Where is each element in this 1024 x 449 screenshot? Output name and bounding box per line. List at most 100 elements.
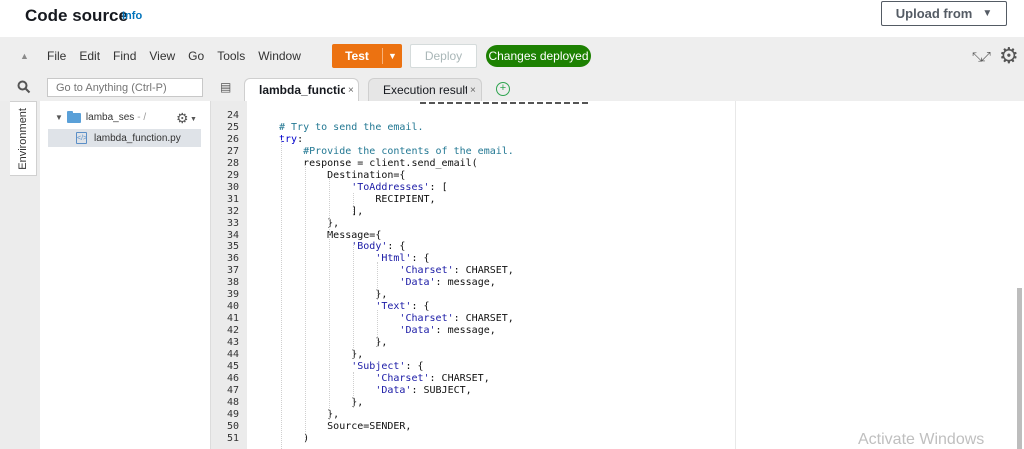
test-button[interactable]: Test ▼ bbox=[332, 44, 402, 68]
code-line[interactable]: 'Charset': CHARSET, bbox=[279, 265, 513, 276]
indent-guide bbox=[281, 140, 282, 449]
line-number: 40 bbox=[226, 301, 239, 313]
code-line[interactable]: Message={ bbox=[279, 230, 381, 241]
code-line[interactable]: #Provide the contents of the email. bbox=[279, 146, 514, 157]
deploy-button[interactable]: Deploy bbox=[410, 44, 477, 68]
line-number: 45 bbox=[226, 360, 239, 372]
code-line[interactable]: 'Data': message, bbox=[279, 325, 495, 336]
line-number: 38 bbox=[226, 277, 239, 289]
ide-toolbar: ▲ File Edit Find View Go Tools Window Te… bbox=[0, 37, 1024, 75]
code-line[interactable]: 'Body': { bbox=[279, 241, 405, 252]
code-line[interactable]: 'Charset': CHARSET, bbox=[279, 373, 489, 384]
line-number: 31 bbox=[226, 193, 239, 205]
menu-view[interactable]: View bbox=[149, 49, 175, 63]
menu-tools[interactable]: Tools bbox=[217, 49, 245, 63]
collapse-up-icon[interactable]: ▲ bbox=[20, 51, 29, 61]
indent-guide bbox=[305, 165, 306, 440]
indent-guide bbox=[329, 178, 330, 420]
code-line[interactable]: }, bbox=[279, 289, 387, 300]
tab-execution-results[interactable]: Execution results × bbox=[368, 78, 482, 101]
environment-label: Environment bbox=[17, 108, 29, 170]
code-line[interactable]: ], bbox=[279, 206, 363, 217]
line-number: 35 bbox=[226, 241, 239, 253]
code-line[interactable]: }, bbox=[279, 397, 363, 408]
gear-icon[interactable]: ⚙ bbox=[999, 45, 1019, 67]
folder-name: lamba_ses bbox=[85, 112, 135, 123]
code-line[interactable]: # Try to send the email. bbox=[279, 122, 424, 133]
code-line[interactable]: response = client.send_email( bbox=[279, 158, 478, 169]
upload-from-button[interactable]: Upload from ▼ bbox=[881, 1, 1007, 26]
triangle-down-icon[interactable]: ▼ bbox=[55, 113, 63, 122]
tab-label: lambda_function bbox=[259, 83, 345, 97]
line-number: 33 bbox=[226, 217, 239, 229]
line-number: 50 bbox=[226, 420, 239, 432]
file-name: lambda_function.py bbox=[94, 132, 181, 144]
line-number: 32 bbox=[226, 205, 239, 217]
menu-file[interactable]: File bbox=[47, 49, 66, 63]
code-line[interactable]: 'Data': message, bbox=[279, 277, 495, 288]
code-line[interactable]: 'Data': SUBJECT, bbox=[279, 385, 471, 396]
upload-from-label: Upload from bbox=[895, 6, 973, 21]
code-line[interactable]: 'Subject': { bbox=[279, 361, 423, 372]
line-number: 39 bbox=[226, 289, 239, 301]
close-icon[interactable]: × bbox=[470, 85, 476, 96]
file-tree-panel bbox=[40, 101, 211, 449]
folder-item[interactable]: ▼ lamba_ses - / bbox=[55, 110, 147, 123]
line-number: 42 bbox=[226, 325, 239, 337]
add-tab-icon[interactable]: + bbox=[496, 82, 510, 96]
caret-down-icon[interactable]: ▼ bbox=[190, 116, 197, 123]
code-line[interactable]: }, bbox=[279, 409, 339, 420]
code-line[interactable]: try: bbox=[279, 134, 303, 145]
code-line[interactable]: }, bbox=[279, 349, 363, 360]
line-number: 49 bbox=[226, 408, 239, 420]
line-number: 43 bbox=[226, 337, 239, 349]
fullscreen-icon[interactable]: ⤡⤢ bbox=[972, 49, 991, 65]
code-line[interactable]: 'Text': { bbox=[279, 301, 429, 312]
line-number: 29 bbox=[226, 169, 239, 181]
indent-guide bbox=[353, 243, 354, 358]
line-number: 34 bbox=[226, 229, 239, 241]
code-line[interactable]: Source=SENDER, bbox=[279, 421, 411, 432]
info-link[interactable]: Info bbox=[122, 10, 142, 22]
indent-guide bbox=[377, 262, 378, 300]
scrollbar[interactable] bbox=[1017, 288, 1022, 449]
indent-guide bbox=[353, 193, 354, 214]
line-number: 25 bbox=[226, 121, 239, 133]
goto-anything-input[interactable] bbox=[47, 78, 203, 97]
code-line[interactable]: RECIPIENT, bbox=[279, 194, 435, 205]
folder-suffix: - / bbox=[137, 112, 147, 123]
caret-down-icon: ▼ bbox=[982, 8, 993, 19]
file-item[interactable]: </> lambda_function.py bbox=[48, 129, 201, 147]
python-file-icon: </> bbox=[76, 132, 87, 144]
menu-find[interactable]: Find bbox=[113, 49, 136, 63]
status-badge: Changes deployed bbox=[486, 45, 591, 67]
line-number: 24 bbox=[226, 110, 239, 121]
line-number: 51 bbox=[226, 432, 239, 444]
code-line[interactable]: 'Charset': CHARSET, bbox=[279, 313, 513, 324]
close-icon[interactable]: × bbox=[348, 85, 354, 96]
print-margin bbox=[735, 101, 736, 449]
menu-edit[interactable]: Edit bbox=[79, 49, 100, 63]
line-number: 44 bbox=[226, 349, 239, 360]
indent-guide bbox=[353, 372, 354, 408]
test-dropdown-icon[interactable]: ▼ bbox=[383, 51, 402, 61]
tabs-row: ▤ lambda_function × Execution results × … bbox=[0, 75, 1024, 101]
line-number: 46 bbox=[226, 372, 239, 384]
code-line[interactable]: }, bbox=[279, 337, 387, 348]
search-icon[interactable] bbox=[17, 80, 31, 99]
tab-list-icon[interactable]: ▤ bbox=[220, 80, 231, 94]
tree-settings-icon[interactable]: ⚙ bbox=[176, 110, 189, 127]
code-line[interactable]: 'Html': { bbox=[279, 253, 429, 264]
indent-guide bbox=[377, 310, 378, 347]
page-title: Code source bbox=[25, 6, 128, 25]
line-number: 28 bbox=[226, 157, 239, 169]
menu-go[interactable]: Go bbox=[188, 49, 204, 63]
folder-icon bbox=[66, 110, 81, 123]
menu-bar: File Edit Find View Go Tools Window bbox=[47, 37, 314, 75]
menu-window[interactable]: Window bbox=[258, 49, 301, 63]
line-number: 27 bbox=[226, 145, 239, 157]
code-line[interactable]: }, bbox=[279, 218, 339, 229]
line-number: 30 bbox=[226, 181, 239, 193]
tab-lambda-function[interactable]: lambda_function × bbox=[244, 78, 359, 101]
code-line[interactable]: Destination={ bbox=[279, 170, 405, 181]
